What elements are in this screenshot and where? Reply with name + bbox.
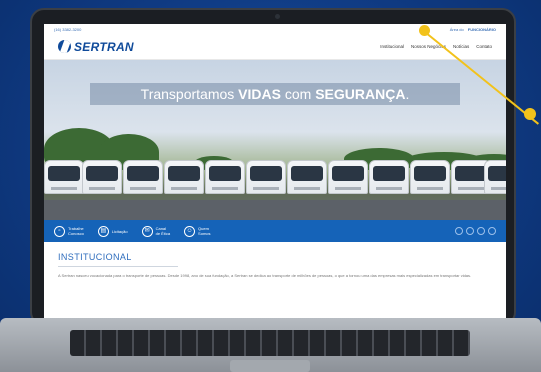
site-logo[interactable]: SERTRAN <box>58 40 134 54</box>
nav-item-contato[interactable]: Contato <box>476 44 492 49</box>
callout-dot-end <box>524 108 536 120</box>
hero-banner: Transportamos VIDAS com SEGURANÇA. <box>44 60 506 220</box>
callout-dot-start <box>419 25 430 36</box>
social-links <box>455 227 496 235</box>
main-nav: Institucional Nossos Negócios Notícias C… <box>380 44 492 49</box>
logo-mark-icon <box>58 40 71 53</box>
section-title: INSTITUCIONAL <box>58 252 132 262</box>
site-topbar: (16) 3382-3200 Área do FUNCIONÁRIO <box>44 24 506 34</box>
youtube-icon[interactable] <box>488 227 496 235</box>
instagram-icon[interactable] <box>466 227 474 235</box>
document-icon: ▤ <box>97 225 109 237</box>
feature-quem-somos[interactable]: ☺ Quem Somos <box>184 225 211 237</box>
hero-headline: Transportamos VIDAS com SEGURANÇA. <box>90 83 460 105</box>
feature-licitacao[interactable]: ▤ Licitação <box>97 225 128 237</box>
site-header: SERTRAN Institucional Nossos Negócios No… <box>44 34 506 60</box>
feature-bar: ▫ Trabalhe Conosco ▤ Licitação ✉ Canal de … <box>44 220 506 242</box>
section-divider <box>58 266 178 267</box>
phone-number[interactable]: (16) 3382-3200 <box>54 27 81 32</box>
laptop-lid: (16) 3382-3200 Área do FUNCIONÁRIO SERTR… <box>30 8 516 326</box>
chat-icon: ✉ <box>141 225 153 237</box>
logo-text: SERTRAN <box>74 39 134 54</box>
nav-item-institucional[interactable]: Institucional <box>380 44 404 49</box>
trackpad <box>230 360 310 372</box>
camera-dot <box>275 14 280 19</box>
institucional-section: INSTITUCIONAL A Sertran nasceu vocaciona… <box>44 242 506 289</box>
employee-area-link[interactable]: Área do FUNCIONÁRIO <box>450 27 496 32</box>
people-icon: ☺ <box>184 225 196 237</box>
section-text: A Sertran nasceu vocacionada para o tran… <box>58 273 472 278</box>
nav-item-noticias[interactable]: Notícias <box>453 44 469 49</box>
road <box>44 200 506 220</box>
feature-canal-de-etica[interactable]: ✉ Canal de Ética <box>141 225 170 237</box>
linkedin-icon[interactable] <box>477 227 485 235</box>
facebook-icon[interactable] <box>455 227 463 235</box>
keyboard <box>70 330 470 356</box>
briefcase-icon: ▫ <box>54 225 65 237</box>
laptop-screen: (16) 3382-3200 Área do FUNCIONÁRIO SERTR… <box>44 24 506 322</box>
bus-fleet-image <box>44 160 506 200</box>
feature-trabalhe-conosco[interactable]: ▫ Trabalhe Conosco <box>54 225 84 237</box>
